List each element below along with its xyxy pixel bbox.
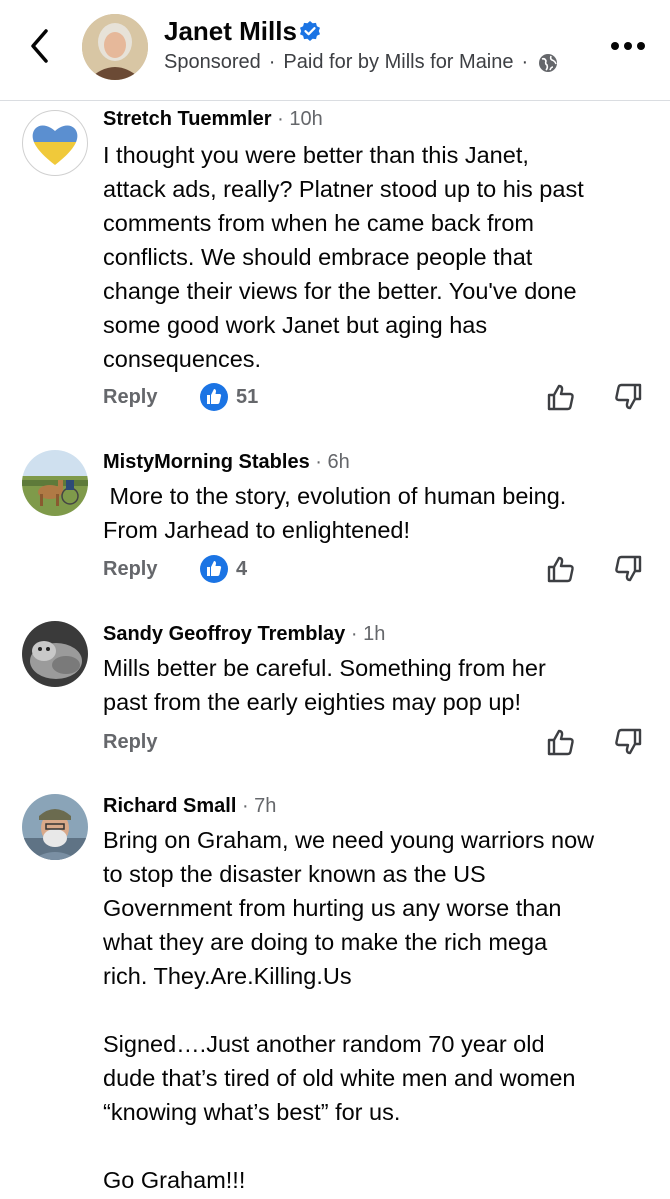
comment-time: 7h (254, 795, 277, 817)
comment-time: 10h (289, 108, 323, 130)
thumbs-down-icon[interactable] (613, 554, 643, 584)
thumbs-up-icon[interactable] (546, 554, 576, 584)
comment-meta: Sandy Geoffroy Tremblay · 1h (103, 623, 386, 645)
avatar[interactable] (22, 794, 88, 860)
like-reaction-icon[interactable] (200, 383, 228, 411)
separator-dot: · (521, 51, 529, 73)
comment-text: More to the story, evolution of human be… (103, 483, 567, 543)
like-reaction-icon[interactable] (200, 555, 228, 583)
comment-actions: Reply 4 (103, 554, 658, 588)
globe-icon (538, 53, 558, 73)
avatar[interactable] (22, 621, 88, 687)
avatar[interactable] (22, 450, 88, 516)
avatar[interactable] (22, 110, 88, 176)
comment-meta: Richard Small · 7h (103, 795, 277, 817)
comment-author[interactable]: MistyMorning Stables (103, 451, 310, 473)
page-title[interactable]: Janet Mills (164, 16, 297, 47)
sponsored-label: Sponsored (164, 51, 261, 73)
comment-text: I thought you were better than this Jane… (103, 142, 584, 372)
post-header: Janet Mills Sponsored · Paid for by Mill… (0, 0, 670, 101)
sponsored-line: Sponsored · Paid for by Mills for Maine … (164, 51, 558, 74)
like-count: 4 (236, 558, 248, 580)
comment-author[interactable]: Stretch Tuemmler (103, 108, 272, 130)
reply-button[interactable]: Reply (103, 558, 157, 581)
thumbs-up-icon[interactable] (546, 382, 576, 412)
comment-text: Mills better be careful. Something from … (103, 655, 546, 715)
reply-button[interactable]: Reply (103, 731, 157, 754)
avatar[interactable] (82, 14, 148, 80)
comment-author[interactable]: Sandy Geoffroy Tremblay (103, 623, 345, 645)
like-count: 51 (236, 386, 259, 408)
more-options-icon[interactable] (610, 38, 646, 54)
comment-meta: Stretch Tuemmler · 10h (103, 108, 323, 130)
comment-author[interactable]: Richard Small (103, 795, 236, 817)
reply-button[interactable]: Reply (103, 386, 157, 409)
thumbs-down-icon[interactable] (613, 727, 643, 757)
comment-text: Bring on Graham, we need young warriors … (103, 827, 595, 1193)
comment-actions: Reply 51 (103, 382, 658, 416)
back-arrow-icon[interactable] (26, 26, 56, 66)
thumbs-down-icon[interactable] (613, 382, 643, 412)
paid-for-label: Paid for by Mills for Maine (283, 51, 514, 73)
comment-actions: Reply (103, 727, 658, 761)
comment-time: 1h (363, 623, 386, 645)
verified-badge-icon (298, 20, 322, 44)
thumbs-up-icon[interactable] (546, 727, 576, 757)
separator-dot: · (268, 51, 276, 73)
comment-time: 6h (327, 451, 350, 473)
comment-meta: MistyMorning Stables · 6h (103, 451, 350, 473)
